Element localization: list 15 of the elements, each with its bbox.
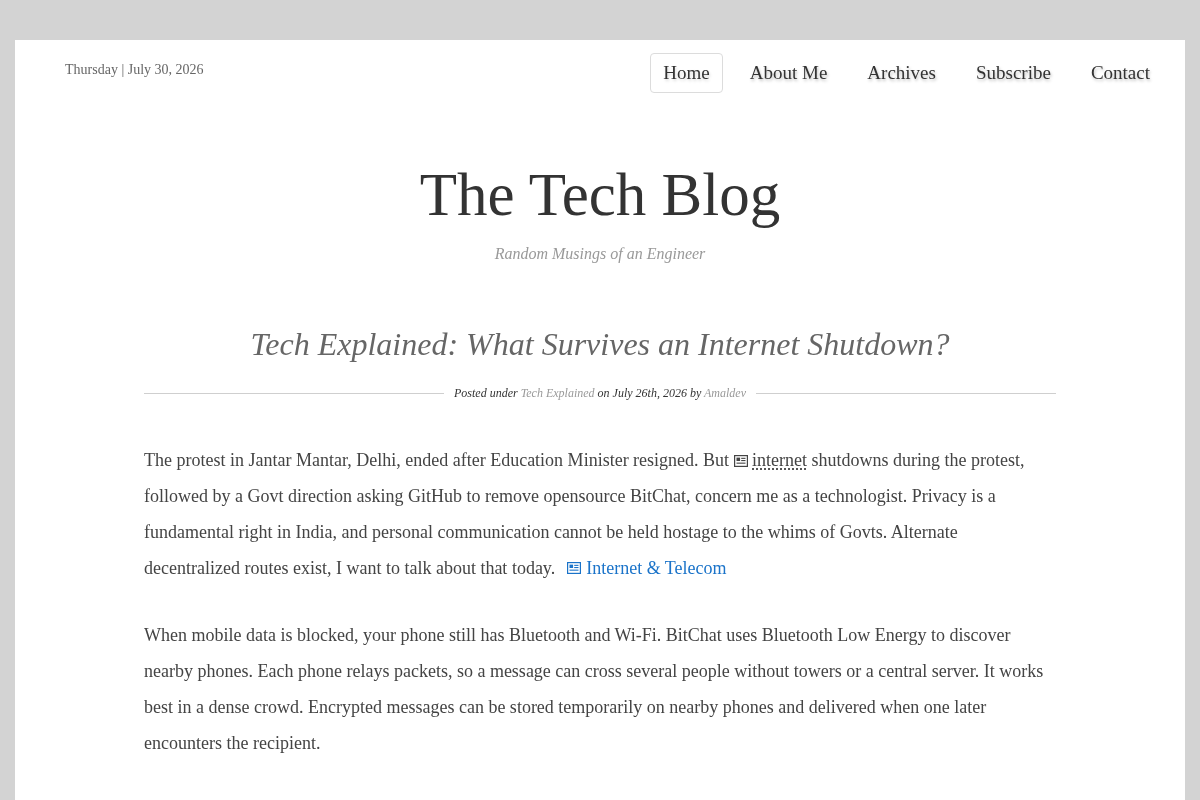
site-title: The Tech Blog: [419, 160, 781, 230]
nav-link[interactable]: Subscribe: [962, 53, 1064, 93]
keyword-link[interactable]: internet: [752, 450, 808, 470]
date-text: Thursday | July 30, 2026: [65, 62, 204, 78]
site-tagline: Random Musings of an Engineer: [494, 244, 706, 264]
topic-link[interactable]: Internet & Telecom: [567, 550, 727, 586]
nav-link[interactable]: About Me: [736, 53, 841, 93]
body-paragraph: When mobile data is blocked, your phone still has Bluetooth and Wi-Fi. BitChat uses Bluetooth Low Energy to discover nearby phones. Each phone relays packets, so a message can cross several people without towers or a central server. It works best in a dense crowd. Encrypted messages can be stored temporarily on nearby phones and delivered when one later encounters the recipient.: [144, 624, 1045, 755]
nav-link[interactable]: Contact: [1077, 53, 1163, 93]
post-title: Tech Explained: What Survives an Internet Shutdown?: [249, 325, 951, 364]
newspaper-icon: [733, 455, 748, 467]
nav-link[interactable]: Home: [650, 53, 723, 93]
body-paragraph: The protest in Jantar Mantar, Delhi, ended after Education Minister resigned. But internet shutdowns during the protest, followed by a Govt direction asking GitHub to remove opensource BitChat, concern me as a technologist. Privacy is a fundamental right in India, and personal communication cannot be held hostage to the whims of Govts. Alternate decentralized routes exist, I want to talk about that today. Internet & Telecom: [144, 442, 1056, 586]
nav-link[interactable]: Archives: [854, 53, 949, 93]
newspaper-icon: [567, 562, 582, 574]
